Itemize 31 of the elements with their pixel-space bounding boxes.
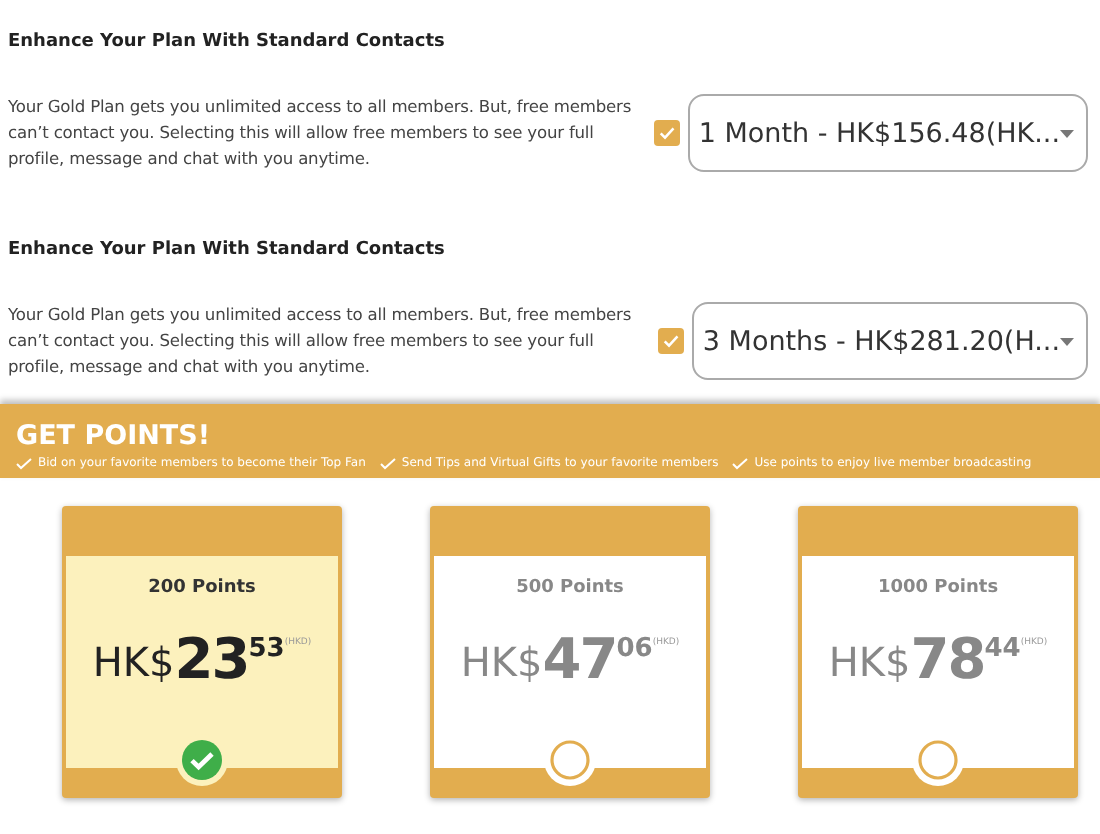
checkmark-icon bbox=[732, 457, 749, 469]
duration-dropdown[interactable]: 3 Months - HK$281.20(H... bbox=[692, 302, 1088, 380]
radio-icon[interactable] bbox=[918, 740, 958, 780]
price-whole: 23 bbox=[174, 626, 249, 692]
checkmark-icon bbox=[658, 124, 677, 142]
currency-text: HK$ bbox=[460, 638, 543, 686]
caret-icon bbox=[1060, 129, 1074, 137]
section-title: Enhance Your Plan With Standard Contacts bbox=[8, 240, 445, 260]
currency-text: HK$ bbox=[828, 638, 911, 686]
section-title: Enhance Your Plan With Standard Contacts bbox=[8, 32, 445, 52]
price-cents: 44 bbox=[984, 634, 1021, 664]
description-text: Your Gold Plan gets you unlimited access to all members. But, free members can’t contact you. Selecting this will allow free members to see your full profile, message and chat with you anytime. bbox=[8, 94, 634, 172]
price-cents: 06 bbox=[616, 634, 653, 664]
package-name: 200 Points bbox=[148, 578, 256, 598]
currency-text: HK$ bbox=[92, 638, 175, 686]
checkmark-icon bbox=[16, 457, 32, 469]
checkbox[interactable] bbox=[658, 328, 685, 354]
package-name: 500 Points bbox=[516, 578, 624, 598]
package-name: 1000 Points bbox=[877, 578, 999, 598]
price-whole: 78 bbox=[910, 626, 985, 692]
caret-icon bbox=[1060, 337, 1074, 345]
radio-icon[interactable] bbox=[550, 740, 590, 780]
check-circle-icon[interactable] bbox=[182, 740, 222, 780]
checkbox[interactable] bbox=[654, 120, 681, 146]
checkmark-icon bbox=[662, 332, 681, 350]
price-whole: 47 bbox=[542, 626, 617, 692]
description-text: Your Gold Plan gets you unlimited access to all members. But, free members can’t contact you. Selecting this will allow free members to see your full profile, message and chat with you anytime. bbox=[8, 302, 634, 380]
price-cents: 53 bbox=[248, 634, 285, 664]
banner-title: GET POINTS! bbox=[16, 420, 210, 452]
checkmark-icon bbox=[379, 457, 396, 469]
duration-dropdown[interactable]: 1 Month - HK$156.48(HK... bbox=[688, 94, 1088, 172]
